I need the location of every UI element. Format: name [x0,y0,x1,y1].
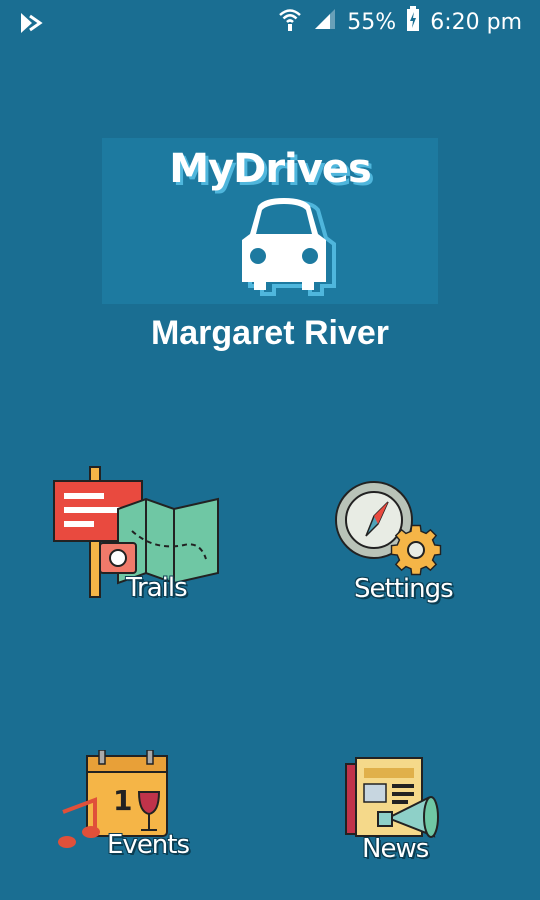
events-label: Events [107,830,190,860]
battery-percent: 55% [347,9,397,35]
signal-icon [313,7,337,37]
trails-label: Trails [126,573,188,603]
news-label: News [362,834,429,864]
app-notification-icon [18,10,44,41]
clock: 6:20 pm [430,9,522,35]
news-button[interactable]: News [340,752,455,872]
wifi-icon [277,6,303,38]
battery-charging-icon [406,6,420,38]
settings-button[interactable]: Settings [330,478,454,618]
app-logo: MyDrives [102,138,438,304]
trails-button[interactable]: Trails [50,465,225,610]
car-icon [234,198,344,303]
settings-label: Settings [354,574,454,604]
logo-text: MyDrives [169,146,372,192]
status-bar: 55% 6:20 pm [0,0,540,44]
svg-text:1: 1 [113,784,132,817]
region-title: Margaret River [150,314,390,352]
compass-gear-icon [335,481,442,576]
events-button[interactable]: 1 Events [55,750,205,870]
